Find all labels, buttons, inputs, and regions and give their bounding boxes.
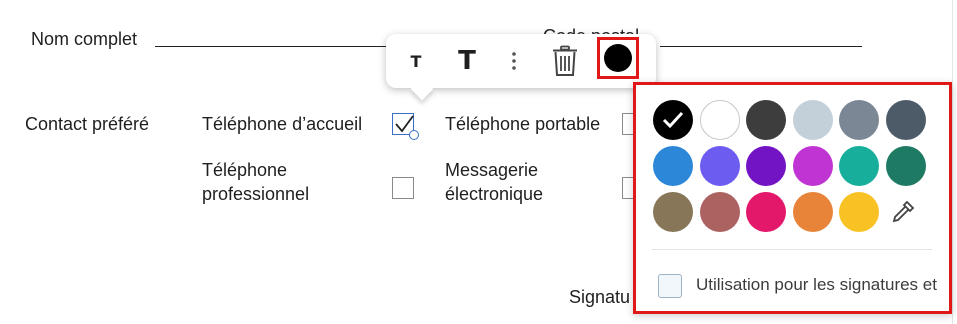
current-color-swatch bbox=[604, 44, 632, 72]
checkbox-home-phone[interactable] bbox=[392, 113, 419, 140]
picker-divider bbox=[652, 249, 932, 250]
color-swatch[interactable] bbox=[653, 192, 693, 232]
color-swatch[interactable] bbox=[746, 192, 786, 232]
trash-icon bbox=[553, 45, 577, 76]
color-swatch[interactable] bbox=[839, 192, 879, 232]
color-swatch[interactable] bbox=[653, 100, 693, 140]
text-color-button[interactable] bbox=[597, 37, 639, 79]
option-label-home-phone: Téléphone d’accueil bbox=[202, 114, 363, 134]
color-swatch[interactable] bbox=[839, 146, 879, 186]
color-swatch[interactable] bbox=[699, 146, 740, 186]
preferred-contact-label: Contact préféré bbox=[25, 114, 150, 134]
color-swatch[interactable] bbox=[792, 146, 833, 186]
color-swatch[interactable] bbox=[699, 100, 740, 140]
delete-button[interactable] bbox=[548, 42, 582, 80]
option-label-email-line2: électronique bbox=[445, 184, 544, 204]
large-text-button[interactable]: T bbox=[452, 42, 482, 80]
vertical-dots-icon bbox=[512, 52, 516, 70]
text-format-toolbar: T T bbox=[386, 34, 656, 88]
eyedropper-button[interactable] bbox=[890, 199, 916, 225]
color-swatch[interactable] bbox=[699, 192, 740, 232]
resize-handle[interactable] bbox=[409, 130, 419, 140]
option-label-mobile-phone: Téléphone portable bbox=[445, 114, 601, 134]
more-options-button[interactable] bbox=[504, 42, 524, 80]
use-for-signatures-label: Utilisation pour les signatures et bbox=[696, 275, 937, 294]
postal-code-line[interactable] bbox=[660, 46, 862, 47]
color-swatch[interactable] bbox=[746, 146, 786, 186]
color-swatch[interactable] bbox=[792, 100, 833, 140]
selected-check-icon bbox=[662, 111, 684, 129]
small-text-button[interactable]: T bbox=[404, 42, 428, 80]
checkbox-work-phone[interactable] bbox=[392, 177, 414, 199]
full-name-line[interactable] bbox=[155, 46, 391, 47]
eyedropper-icon bbox=[892, 200, 915, 223]
small-text-icon: T bbox=[410, 51, 422, 71]
color-swatch[interactable] bbox=[885, 100, 926, 140]
page-right-edge bbox=[952, 0, 953, 324]
large-text-icon: T bbox=[458, 46, 476, 76]
option-label-work-phone-line2: professionnel bbox=[202, 184, 310, 204]
color-picker-popover: Utilisation pour les signatures et bbox=[633, 82, 952, 314]
color-swatch[interactable] bbox=[653, 146, 693, 186]
color-swatch[interactable] bbox=[746, 100, 786, 140]
option-label-email-line1: Messagerie bbox=[445, 160, 539, 180]
use-for-signatures-checkbox[interactable] bbox=[658, 274, 682, 298]
color-swatch[interactable] bbox=[839, 100, 879, 140]
signature-label: Signatu bbox=[569, 287, 631, 307]
color-swatch[interactable] bbox=[792, 192, 833, 232]
color-swatch[interactable] bbox=[885, 146, 926, 186]
option-label-work-phone-line1: Téléphone bbox=[202, 160, 288, 180]
full-name-label: Nom complet bbox=[31, 29, 138, 49]
